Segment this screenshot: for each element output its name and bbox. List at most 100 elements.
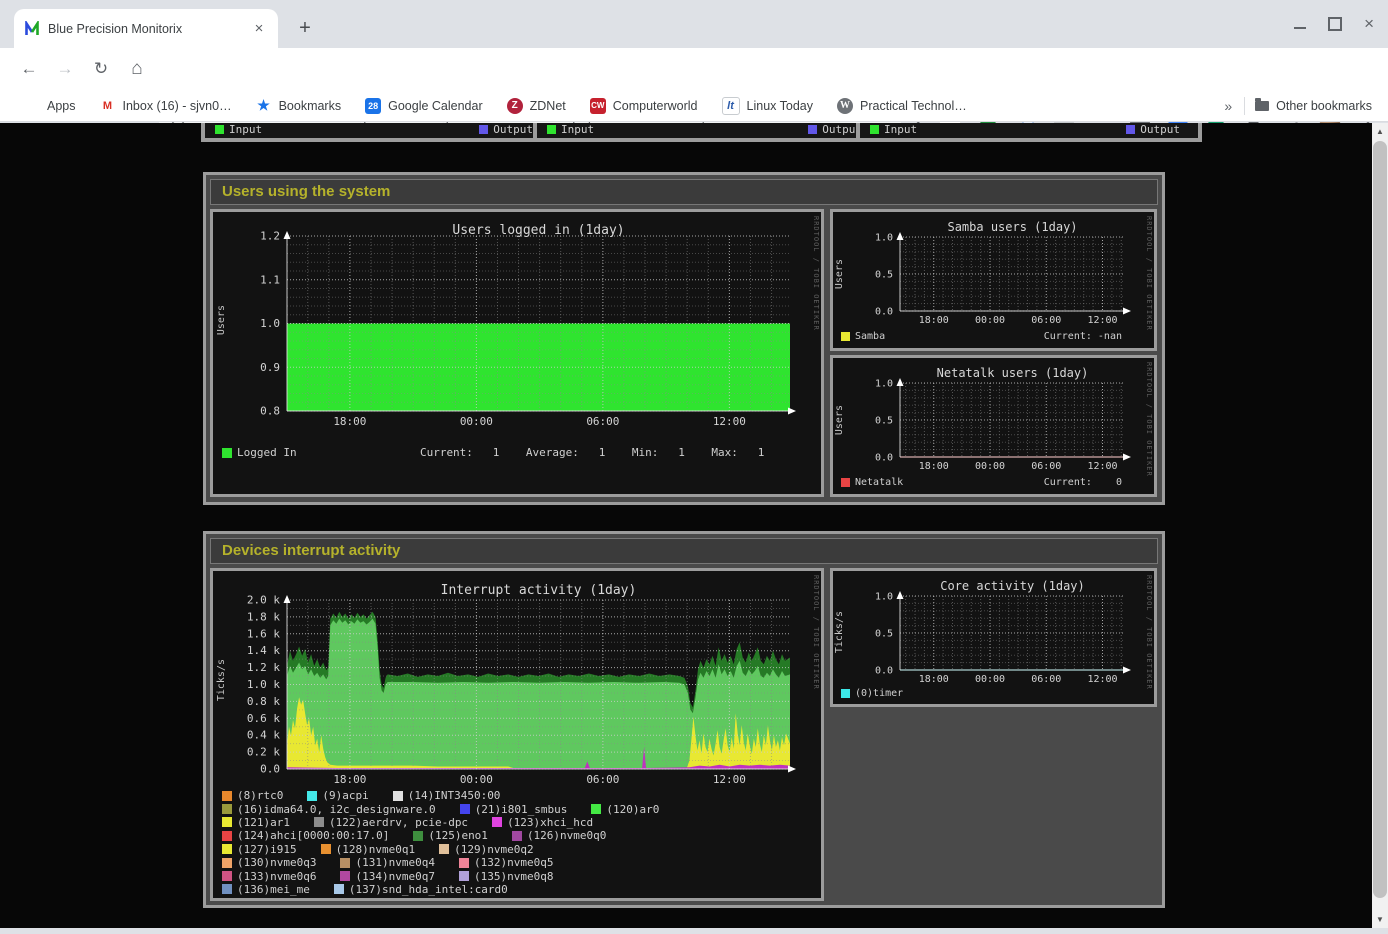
scrollbar[interactable]: ▲ ▼ bbox=[1372, 123, 1388, 928]
svg-text:0.5: 0.5 bbox=[875, 416, 893, 427]
legend-item: (134)nvme0q7 bbox=[340, 870, 434, 883]
bookmark-bookmarks[interactable]: ★ Bookmarks bbox=[256, 98, 342, 114]
legend-swatch bbox=[459, 858, 469, 868]
linux-today-icon: lt bbox=[722, 97, 740, 115]
svg-text:1.0 k: 1.0 k bbox=[247, 678, 280, 691]
browser-tab[interactable]: Blue Precision Monitorix × bbox=[14, 9, 278, 48]
bookmarks-overflow-button[interactable]: » bbox=[1224, 98, 1232, 114]
minimize-button[interactable] bbox=[1294, 19, 1306, 29]
legend-label: (130)nvme0q3 bbox=[237, 856, 316, 869]
legend-item: (136)mei_me bbox=[222, 883, 310, 896]
bookmark-practical-technology[interactable]: W Practical Technol… bbox=[837, 98, 967, 114]
section-interrupts: Devices interrupt activity RRDTOOL / TOB… bbox=[203, 531, 1165, 908]
core-plot: 1.00.50.018:0000:0006:0012:00 bbox=[900, 596, 1125, 670]
netatalk-plot: 1.00.50.018:0000:0006:0012:00 bbox=[900, 383, 1125, 457]
legend-label: (8)rtc0 bbox=[237, 789, 283, 802]
legend-swatch bbox=[393, 791, 403, 801]
svg-text:0.0: 0.0 bbox=[875, 307, 893, 318]
network-graph-panel-cutoff[interactable]: Input Output bbox=[533, 123, 884, 142]
legend-row: (124)ahci[0000:00:17.0](125)eno1(126)nvm… bbox=[222, 829, 813, 842]
legend-swatch bbox=[222, 884, 232, 894]
tab-close-icon[interactable]: × bbox=[250, 20, 268, 38]
bookmark-label: Practical Technol… bbox=[860, 99, 967, 113]
svg-text:0.0: 0.0 bbox=[260, 763, 280, 776]
svg-text:1.4 k: 1.4 k bbox=[247, 644, 280, 657]
scroll-up-button[interactable]: ▲ bbox=[1372, 123, 1388, 140]
bookmark-inbox[interactable]: M Inbox (16) - sjvn0… bbox=[100, 98, 232, 114]
y-axis-label: Ticks/s bbox=[216, 659, 227, 701]
interrupt-activity-graph[interactable]: RRDTOOL / TOBI OETIKER Interrupt activit… bbox=[210, 568, 824, 901]
legend-swatch bbox=[215, 125, 224, 134]
legend-item: Current: 1 Average: 1 Min: 1 Max: 1 bbox=[321, 446, 765, 459]
y-axis-label: Ticks/s bbox=[834, 611, 845, 653]
legend-row: (121)ar1(122)aerdrv, pcie-dpc(123)xhci_h… bbox=[222, 816, 813, 829]
svg-text:06:00: 06:00 bbox=[1031, 315, 1061, 326]
rrdtool-watermark: RRDTOOL / TOBI OETIKER bbox=[812, 216, 820, 331]
star-icon: ★ bbox=[256, 98, 272, 114]
svg-text:1.6 k: 1.6 k bbox=[247, 627, 280, 640]
legend-label: (125)eno1 bbox=[428, 829, 488, 842]
back-button[interactable]: ← bbox=[16, 56, 42, 82]
core-activity-graph[interactable]: RRDTOOL / TOBI OETIKER Core activity (1d… bbox=[830, 568, 1157, 707]
svg-text:00:00: 00:00 bbox=[460, 415, 493, 428]
svg-text:0.5: 0.5 bbox=[875, 270, 893, 281]
chart-legend: Logged In Current: 1 Average: 1 Min: 1 M… bbox=[222, 446, 813, 459]
bookmark-zdnet[interactable]: Z ZDNet bbox=[507, 98, 566, 114]
home-button[interactable]: ⌂ bbox=[124, 56, 150, 82]
reload-button[interactable]: ↻ bbox=[88, 56, 114, 82]
svg-text:06:00: 06:00 bbox=[1031, 461, 1061, 472]
svg-text:18:00: 18:00 bbox=[919, 315, 949, 326]
forward-button[interactable]: → bbox=[52, 56, 78, 82]
scroll-down-button[interactable]: ▼ bbox=[1372, 911, 1388, 928]
rrdtool-watermark: RRDTOOL / TOBI OETIKER bbox=[812, 575, 820, 690]
netatalk-users-graph[interactable]: RRDTOOL / TOBI OETIKER Netatalk users (1… bbox=[830, 355, 1157, 497]
svg-text:06:00: 06:00 bbox=[586, 773, 619, 786]
legend-label: (135)nvme0q8 bbox=[474, 870, 553, 883]
rrdtool-watermark: RRDTOOL / TOBI OETIKER bbox=[1145, 362, 1153, 477]
folder-icon bbox=[1255, 101, 1269, 111]
legend-label: (9)acpi bbox=[322, 789, 368, 802]
maximize-button[interactable] bbox=[1328, 17, 1342, 31]
chart-title: Interrupt activity (1day) bbox=[287, 583, 790, 598]
bookmark-computerworld[interactable]: CW Computerworld bbox=[590, 98, 698, 114]
legend-item: (130)nvme0q3 bbox=[222, 856, 316, 869]
new-tab-button[interactable]: + bbox=[292, 16, 318, 42]
network-graph-panel-cutoff[interactable]: Input Output bbox=[856, 123, 1202, 142]
chart-legend: SambaCurrent: -nan bbox=[841, 331, 1122, 342]
bookmark-label: Linux Today bbox=[747, 99, 814, 113]
svg-text:2.0 k: 2.0 k bbox=[247, 594, 280, 607]
chart-legend: NetatalkCurrent: 0 bbox=[841, 477, 1122, 488]
legend-label: (126)nvme0q0 bbox=[527, 829, 606, 842]
svg-text:18:00: 18:00 bbox=[919, 674, 949, 685]
bookmark-linux-today[interactable]: lt Linux Today bbox=[722, 97, 814, 115]
users-logged-in-graph[interactable]: RRDTOOL / TOBI OETIKER Users logged in (… bbox=[210, 209, 824, 497]
svg-text:1.8 k: 1.8 k bbox=[247, 610, 280, 623]
legend-swatch bbox=[841, 689, 850, 698]
svg-text:1.0: 1.0 bbox=[875, 379, 893, 390]
legend-item: Current: -nan bbox=[1044, 331, 1122, 342]
other-bookmarks-button[interactable]: Other bookmarks bbox=[1255, 99, 1372, 113]
legend-row: SambaCurrent: -nan bbox=[841, 331, 1122, 342]
samba-users-graph[interactable]: RRDTOOL / TOBI OETIKER Samba users (1day… bbox=[830, 209, 1157, 351]
svg-text:12:00: 12:00 bbox=[1087, 315, 1117, 326]
network-graph-panel-cutoff[interactable]: Input Output bbox=[201, 123, 555, 142]
legend-swatch bbox=[841, 478, 850, 487]
legend-row: (127)i915(128)nvme0q1(129)nvme0q2 bbox=[222, 843, 813, 856]
legend-item: (120)ar0 bbox=[591, 803, 659, 816]
interrupts-plot: 2.0 k1.8 k1.6 k1.4 k1.2 k1.0 k0.8 k0.6 k… bbox=[287, 600, 790, 769]
svg-text:0.4 k: 0.4 k bbox=[247, 729, 280, 742]
legend-label: (127)i915 bbox=[237, 843, 297, 856]
legend-swatch bbox=[222, 804, 232, 814]
legend-item: (123)xhci_hcd bbox=[492, 816, 593, 829]
scrollbar-thumb[interactable] bbox=[1373, 141, 1387, 898]
legend-swatch bbox=[222, 844, 232, 854]
monitorix-favicon bbox=[24, 21, 40, 37]
legend-label: (21)i801_smbus bbox=[475, 803, 568, 816]
window-close-button[interactable]: × bbox=[1364, 18, 1374, 30]
bookmark-google-calendar[interactable]: 28 Google Calendar bbox=[365, 98, 483, 114]
legend-row: (8)rtc0(9)acpi(14)INT3450:00 bbox=[222, 789, 813, 802]
legend-label: Current: 0 bbox=[1044, 477, 1122, 488]
chevrons-icon: » bbox=[1224, 98, 1232, 114]
svg-text:1.0: 1.0 bbox=[875, 592, 893, 603]
bookmark-apps[interactable]: Apps bbox=[24, 98, 76, 114]
